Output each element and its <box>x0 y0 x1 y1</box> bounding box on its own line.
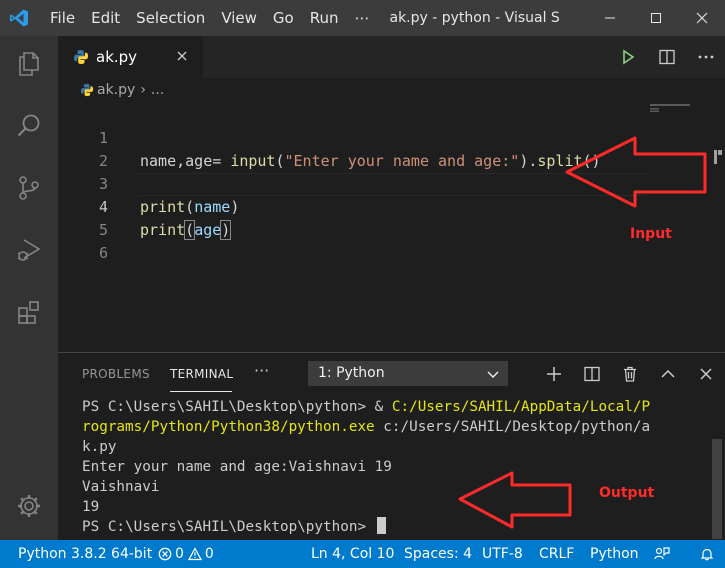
window-controls <box>587 0 725 36</box>
panel-actions <box>535 353 725 395</box>
trash-icon <box>624 366 636 382</box>
panel-more-tabs[interactable]: ··· <box>254 361 269 380</box>
minimize-icon <box>605 17 615 19</box>
minimize-button[interactable] <box>587 0 633 36</box>
warning-icon <box>187 547 202 561</box>
run-file-button[interactable] <box>608 36 647 78</box>
minimap[interactable] <box>650 104 706 112</box>
language-mode[interactable]: Python <box>590 540 639 568</box>
split-editor-button[interactable] <box>647 36 686 78</box>
close-icon <box>700 368 712 380</box>
close-tab-icon[interactable] <box>174 48 190 64</box>
maximize-icon <box>651 13 661 23</box>
menu-selection[interactable]: Selection <box>128 0 213 36</box>
tab-problems[interactable]: PROBLEMS <box>82 367 150 381</box>
status-bar: Python 3.8.2 64-bit 0 0 Ln 4, Col 10 Spa… <box>0 540 725 568</box>
tab-label: ak.py <box>96 48 138 66</box>
menu-view[interactable]: View <box>213 0 265 36</box>
activity-bar <box>0 36 58 540</box>
explorer-button[interactable] <box>0 40 58 88</box>
title-bar: File Edit Selection View Go Run ⋯ ak.py … <box>0 0 725 36</box>
tab-terminal[interactable]: TERMINAL <box>170 367 233 381</box>
menu-more[interactable]: ⋯ <box>347 0 378 36</box>
breadcrumb-file[interactable]: ak.py <box>97 82 135 98</box>
plus-icon <box>547 367 561 381</box>
error-count: 0 <box>175 546 184 562</box>
feedback-icon <box>654 547 670 560</box>
notifications-button[interactable] <box>700 540 714 568</box>
terminal-scrollbar[interactable] <box>712 439 722 539</box>
terminal-line: k.py <box>82 439 117 455</box>
problems-indicator[interactable]: 0 0 <box>158 540 214 568</box>
source-control-button[interactable] <box>0 164 58 212</box>
extensions-button[interactable] <box>0 288 58 336</box>
chevron-down-icon <box>487 371 499 378</box>
active-tab-indicator <box>170 391 232 392</box>
warning-count: 0 <box>204 546 214 562</box>
split-terminal-icon <box>584 366 600 382</box>
maximize-panel-button[interactable] <box>649 353 687 395</box>
split-editor-icon <box>658 49 675 65</box>
gear-icon <box>18 495 40 517</box>
terminal-select[interactable]: 1: Python <box>308 361 508 386</box>
menu-bar: File Edit Selection View Go Run ⋯ <box>38 0 378 36</box>
menu-go[interactable]: Go <box>265 0 302 36</box>
menu-file[interactable]: File <box>38 0 83 36</box>
terminal-line: PS C:\Users\SAHIL\Desktop\python> & C:/U… <box>82 399 651 415</box>
window-title: ak.py - python - Visual S... <box>389 10 560 26</box>
vscode-logo-icon[interactable] <box>0 0 38 36</box>
tab-ak-py[interactable]: ak.py <box>58 36 203 78</box>
error-icon <box>158 547 172 561</box>
menu-run[interactable]: Run <box>302 0 347 36</box>
terminal-select-value: 1: Python <box>318 365 385 381</box>
editor-tab-bar: ak.py <box>58 36 725 78</box>
close-panel-button[interactable] <box>687 353 725 395</box>
run-debug-icon <box>17 239 41 261</box>
annotation-arrow-output <box>458 471 572 529</box>
kill-terminal-button[interactable] <box>611 353 649 395</box>
search-button[interactable] <box>0 102 58 150</box>
breadcrumb: ak.py › ... <box>80 82 164 98</box>
maximize-button[interactable] <box>633 0 679 36</box>
terminal-cursor <box>376 517 386 534</box>
python-file-icon <box>80 83 94 97</box>
breadcrumb-separator: › <box>140 82 146 98</box>
split-terminal-button[interactable] <box>573 353 611 395</box>
bottom-panel: PROBLEMS TERMINAL ··· 1: Python PS C:\Us… <box>58 352 725 540</box>
editor-actions <box>608 36 725 78</box>
code-line: 1 name,age= input("Enter your name and a… <box>58 104 725 170</box>
run-debug-button[interactable] <box>0 226 58 274</box>
manage-button[interactable] <box>0 482 58 530</box>
python-file-icon <box>74 50 88 64</box>
chevron-up-icon <box>661 369 675 378</box>
editor-more-actions-button[interactable] <box>686 36 725 78</box>
cursor-position[interactable]: Ln 4, Col 10 <box>311 540 394 568</box>
search-icon <box>17 114 40 137</box>
files-icon <box>19 52 39 76</box>
terminal-line: rograms/Python/Python38/python.exe c:/Us… <box>82 419 651 435</box>
extensions-icon <box>18 301 39 324</box>
new-terminal-button[interactable] <box>535 353 573 395</box>
editor-area: ak.py ak.py › ... 1 name,age= input("Ent… <box>58 36 725 352</box>
encoding[interactable]: UTF-8 <box>482 540 523 568</box>
close-window-button[interactable] <box>679 0 725 36</box>
bell-icon <box>700 548 714 561</box>
ellipsis-icon <box>698 55 713 59</box>
close-icon <box>696 12 708 24</box>
line-ending[interactable]: CRLF <box>539 540 574 568</box>
annotation-label-output: Output <box>599 485 655 501</box>
indentation[interactable]: Spaces: 4 <box>404 540 472 568</box>
play-icon <box>622 49 634 65</box>
python-interpreter[interactable]: Python 3.8.2 64-bit <box>18 540 152 568</box>
breadcrumb-symbols[interactable]: ... <box>151 82 164 98</box>
menu-edit[interactable]: Edit <box>83 0 128 36</box>
feedback-button[interactable] <box>654 540 670 568</box>
panel-tab-bar: PROBLEMS TERMINAL ··· 1: Python <box>58 353 725 395</box>
line-number: 6 <box>98 244 108 262</box>
source-control-icon <box>19 176 39 200</box>
annotation-label-input: Input <box>630 226 672 242</box>
